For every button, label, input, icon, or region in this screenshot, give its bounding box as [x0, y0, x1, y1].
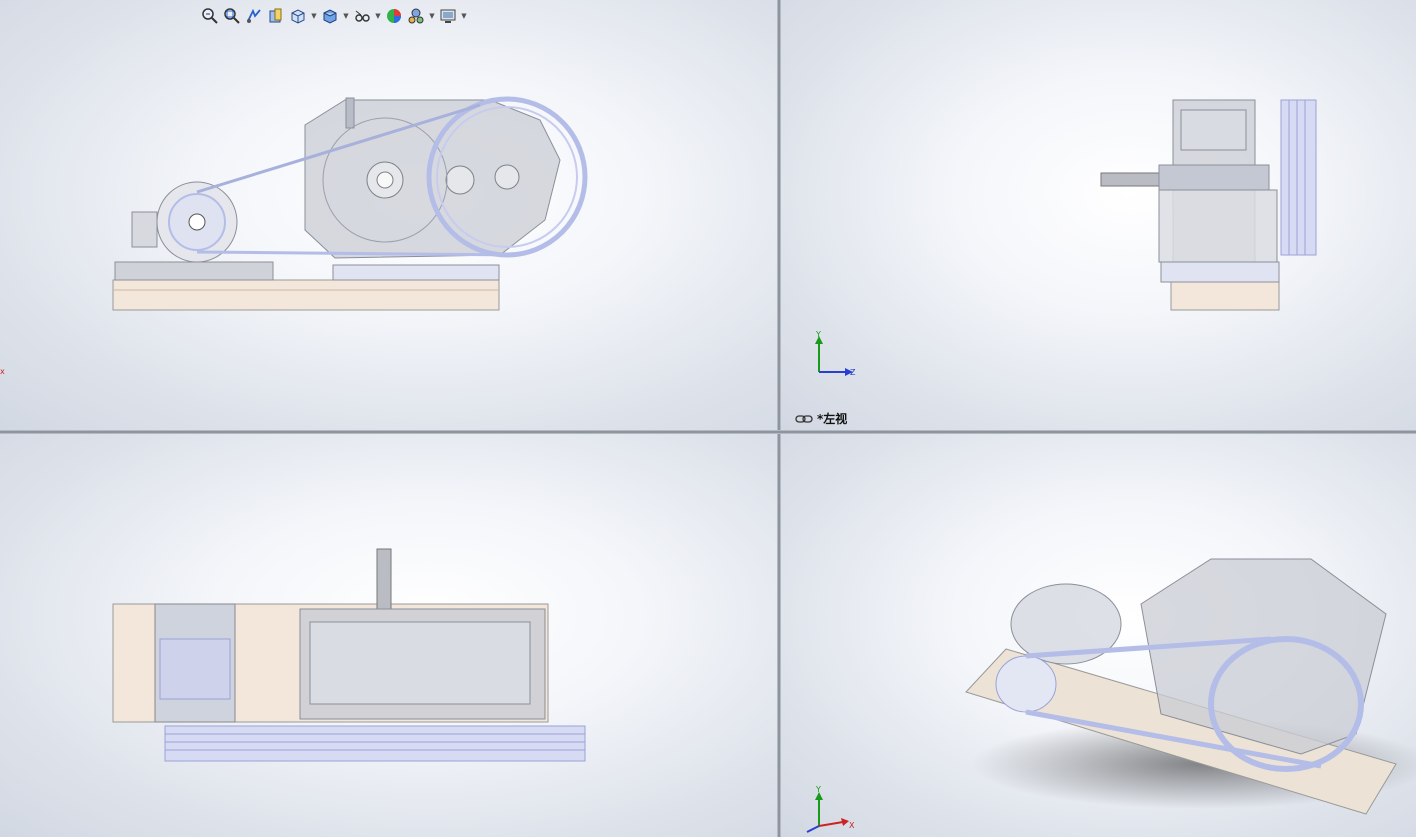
- viewport-top[interactable]: [0, 434, 777, 837]
- view-orientation-icon[interactable]: [288, 6, 308, 26]
- model-isometric-view: [965, 558, 1416, 815]
- hide-show-dropdown-icon[interactable]: ▼: [374, 6, 382, 26]
- triad-iso-y-label: Y: [815, 785, 821, 794]
- section-view-icon[interactable]: [266, 6, 286, 26]
- triad-iso-x-label: X: [849, 821, 855, 830]
- view-name-label: *左视: [817, 412, 848, 426]
- view-name-indicator: *左视: [795, 410, 847, 427]
- apply-scene-dropdown-icon[interactable]: ▼: [428, 6, 436, 26]
- axis-marker-icon: x: [0, 367, 5, 376]
- heads-up-view-toolbar: ▼ ▼ ▼ ▼ ▼: [200, 5, 468, 27]
- display-style-icon[interactable]: [320, 6, 340, 26]
- model-top-view: [112, 548, 586, 762]
- triad-z-label: Z: [850, 368, 856, 377]
- previous-view-icon[interactable]: [244, 6, 264, 26]
- viewport-isometric[interactable]: Y X: [781, 434, 1416, 837]
- apply-scene-icon[interactable]: [406, 6, 426, 26]
- coordinate-triad-iso-icon: Y X: [806, 785, 855, 833]
- svg-text:x: x: [0, 367, 5, 376]
- triad-y-label: Y: [815, 330, 821, 339]
- zoom-to-fit-icon[interactable]: [200, 6, 220, 26]
- edit-appearance-icon[interactable]: [384, 6, 404, 26]
- link-views-icon[interactable]: [795, 414, 813, 424]
- display-style-dropdown-icon[interactable]: ▼: [342, 6, 350, 26]
- horizontal-viewport-splitter[interactable]: [0, 430, 1416, 434]
- model-left-view: [1100, 99, 1317, 311]
- hide-show-items-icon[interactable]: [352, 6, 372, 26]
- view-settings-dropdown-icon[interactable]: ▼: [460, 6, 468, 26]
- coordinate-triad-icon: Y Z: [815, 330, 856, 377]
- view-settings-icon[interactable]: [438, 6, 458, 26]
- model-front-view: [112, 96, 588, 311]
- zoom-to-area-icon[interactable]: [222, 6, 242, 26]
- viewport-front[interactable]: ▼ ▼ ▼ ▼ ▼ x: [0, 0, 777, 430]
- viewport-left[interactable]: Y Z *左视: [781, 0, 1416, 430]
- view-orientation-dropdown-icon[interactable]: ▼: [310, 6, 318, 26]
- vertical-viewport-splitter[interactable]: [777, 0, 781, 837]
